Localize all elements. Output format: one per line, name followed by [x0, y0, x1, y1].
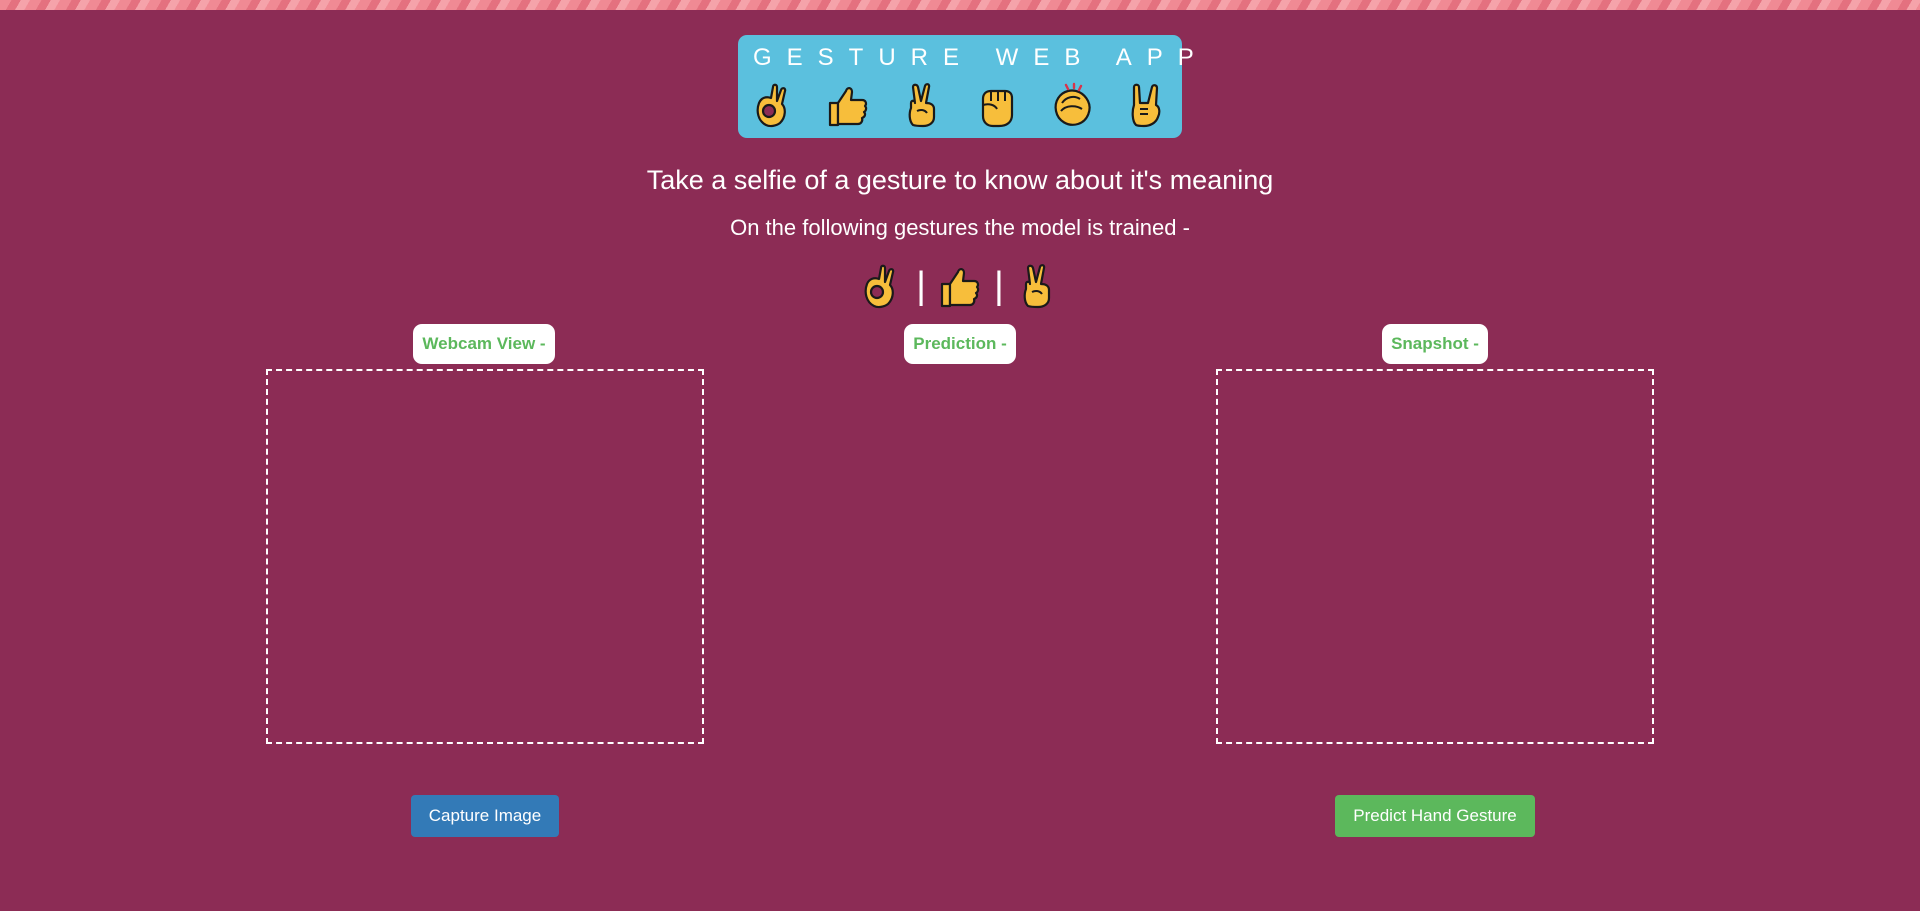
trained-gestures-row: | |: [0, 262, 1920, 310]
gesture-separator: |: [994, 265, 1004, 307]
app-header: GESTURE WEB APP: [738, 35, 1209, 138]
top-decorative-strip: [0, 0, 1920, 10]
trained-gestures-intro: On the following gestures the model is t…: [730, 215, 1190, 240]
prediction-label: Prediction -: [904, 324, 1016, 364]
thumbs-up-icon: [824, 81, 872, 129]
app-title: GESTURE WEB APP: [753, 44, 1209, 71]
ok-hand-icon: [858, 262, 906, 310]
victory-hand-icon: [1014, 262, 1062, 310]
webcam-view-label: Webcam View -: [413, 324, 555, 364]
raised-fist-icon: [973, 81, 1021, 129]
snapshot-frame: [1216, 369, 1654, 744]
thumbs-up-icon: [936, 262, 984, 310]
clapping-hands-icon: [1048, 81, 1096, 129]
webcam-view-frame: [266, 369, 704, 744]
sign-of-horns-icon: [1122, 81, 1170, 129]
ok-hand-icon: [750, 81, 798, 129]
gesture-separator: |: [916, 265, 926, 307]
victory-hand-icon: [899, 81, 947, 129]
page-tagline: Take a selfie of a gesture to know about…: [646, 165, 1274, 195]
snapshot-label: Snapshot -: [1382, 324, 1488, 364]
predict-hand-gesture-button[interactable]: Predict Hand Gesture: [1335, 795, 1535, 837]
header-emoji-row: [750, 79, 1170, 131]
capture-image-button[interactable]: Capture Image: [411, 795, 559, 837]
